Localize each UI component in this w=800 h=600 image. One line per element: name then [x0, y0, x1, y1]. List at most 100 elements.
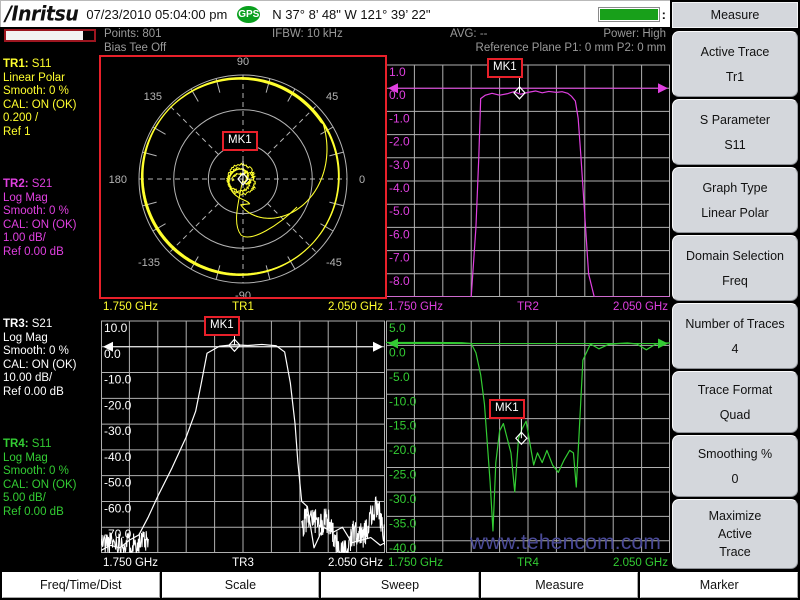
- softkey-domain-selection[interactable]: Domain Selection Freq: [672, 235, 798, 301]
- trace-param-tr4: S11: [31, 438, 52, 450]
- trace-cal-tr1: CAL: ON (OK): [3, 98, 77, 111]
- status-ifbw: IFBW: 10 kHz: [272, 28, 343, 40]
- svg-text:-20.0: -20.0: [389, 443, 417, 457]
- battery-fill: [599, 8, 658, 20]
- axis-row-tr3: 1.750 GHz TR3 2.050 GHz: [101, 555, 385, 571]
- trace-info-tr3[interactable]: TR3: S21 Log Mag Smooth: 0 % CAL: ON (OK…: [3, 318, 99, 400]
- bottom-tab-sweep[interactable]: Sweep: [321, 572, 479, 598]
- svg-text:-135: -135: [138, 257, 160, 269]
- softkey-trace-format[interactable]: Trace Format Quad: [672, 371, 798, 433]
- svg-text:-45: -45: [326, 257, 342, 269]
- softkey-value: Linear Polar: [701, 205, 769, 220]
- softkey-label: S Parameter: [699, 112, 771, 127]
- softkey-value: Quad: [719, 407, 751, 422]
- svg-text:-4.0: -4.0: [389, 181, 410, 195]
- trace-graphtype-tr1: Linear Polar: [3, 71, 66, 84]
- svg-text:90: 90: [237, 57, 249, 68]
- bottom-toolbar: Freq/Time/Dist Scale Sweep Measure Marker: [0, 570, 800, 600]
- softkey-menu: Measure Active Trace Tr1 S Parameter S11 Gra…: [670, 0, 800, 570]
- trace-scale-tr3: 10.00 dB/: [3, 372, 53, 385]
- chart-tr4[interactable]: 5.0 0.0 -5.0 -10.0 -15.0 -20.0 -25.0 -30.0 -35.0…: [386, 313, 670, 553]
- svg-text:-90: -90: [235, 290, 251, 297]
- axis-end-tr1: 2.050 GHz: [328, 301, 383, 313]
- marker-label-tr2[interactable]: MK1: [487, 58, 523, 78]
- status-bias-tee: Bias Tee Off: [104, 42, 167, 54]
- status-avg: AVG: --: [450, 28, 488, 40]
- chart-tr2[interactable]: 1.0 0.0 -1.0 -2.0 -3.0 -4.0 -5.0 -6.0 -7.0 -8.0: [386, 57, 670, 297]
- trace-smooth-tr3: Smooth: 0 %: [3, 345, 69, 358]
- svg-text:0: 0: [359, 174, 365, 186]
- title-bar: /Inritsu 07/23/2010 05:04:00 pm GPS N 37…: [0, 0, 670, 28]
- status-power: Power: High: [603, 28, 666, 40]
- svg-text:-3.0: -3.0: [389, 158, 410, 172]
- trace-info-tr4[interactable]: TR4: S11 Log Mag Smooth: 0 % CAL: ON (OK…: [3, 438, 99, 520]
- status-points: Points: 801: [104, 28, 162, 40]
- axis-end-tr2: 2.050 GHz: [613, 301, 668, 313]
- battery-indicator: :: [597, 6, 670, 22]
- vna-screen: /Inritsu 07/23/2010 05:04:00 pm GPS N 37…: [0, 0, 800, 600]
- svg-text:-7.0: -7.0: [389, 251, 410, 265]
- svg-text:-10.0: -10.0: [104, 373, 132, 387]
- softkey-label: Number of Traces: [685, 316, 785, 331]
- svg-text:-40.0: -40.0: [104, 450, 132, 464]
- softkey-maximize[interactable]: Maximize Active Trace: [672, 499, 798, 569]
- svg-text:-6.0: -6.0: [389, 227, 410, 241]
- trace-graphtype-tr3: Log Mag: [3, 331, 48, 344]
- trace-graphtype-tr2: Log Mag: [3, 191, 48, 204]
- softkey-value: Active: [717, 527, 753, 541]
- trace-cal-tr4: CAL: ON (OK): [3, 478, 77, 491]
- svg-text:-5.0: -5.0: [389, 370, 410, 384]
- svg-text:10.0: 10.0: [104, 321, 128, 335]
- anritsu-logo: /Inritsu: [5, 2, 79, 26]
- trace-scale-tr1: 0.200 /: [3, 112, 39, 125]
- axis-name-tr3: TR3: [232, 557, 254, 569]
- axis-start-tr3: 1.750 GHz: [103, 557, 158, 569]
- svg-text:-50.0: -50.0: [104, 476, 132, 490]
- trace-scale-tr4: 5.00 dB/: [3, 492, 46, 505]
- trace-id-tr2: TR2:: [3, 178, 29, 190]
- softkey-s-parameter[interactable]: S Parameter S11: [672, 99, 798, 165]
- softkey-graph-type[interactable]: Graph Type Linear Polar: [672, 167, 798, 233]
- softkey-active-trace[interactable]: Active Trace Tr1: [672, 31, 798, 97]
- softkey-value: 0: [731, 471, 739, 486]
- axis-start-tr4: 1.750 GHz: [388, 557, 443, 569]
- svg-text:135: 135: [144, 91, 162, 103]
- trace-smooth-tr4: Smooth: 0 %: [3, 465, 69, 478]
- softkey-label: Maximize: [708, 509, 762, 523]
- bottom-tab-freq-time-dist[interactable]: Freq/Time/Dist: [2, 572, 160, 598]
- trace-ref-tr1: Ref 1: [3, 125, 31, 138]
- bottom-tab-marker[interactable]: Marker: [640, 572, 798, 598]
- chart-tr3[interactable]: 10.0 0.0 -10.0 -20.0 -30.0 -40.0 -50.0 -60.0 -70…: [101, 313, 385, 553]
- sweep-progress-fill: [6, 31, 84, 40]
- axis-row-tr4: 1.750 GHz TR4 2.050 GHz: [386, 555, 670, 571]
- bottom-tab-scale[interactable]: Scale: [161, 572, 320, 598]
- svg-text:-1.0: -1.0: [389, 111, 410, 125]
- marker-label-tr1[interactable]: MK1: [222, 131, 258, 151]
- svg-text:-35.0: -35.0: [389, 516, 417, 530]
- softkey-value: Tr1: [725, 69, 745, 84]
- trace-graphtype-tr4: Log Mag: [3, 451, 48, 464]
- softkey-label: Smoothing %: [697, 446, 773, 461]
- header-coordinates: N 37° 8’ 48" W 121° 39’ 22": [272, 6, 431, 22]
- marker-label-tr3[interactable]: MK1: [204, 316, 240, 336]
- softkey-value: Freq: [722, 273, 748, 288]
- svg-text:-10.0: -10.0: [389, 394, 417, 408]
- bottom-tab-measure[interactable]: Measure: [480, 572, 639, 598]
- trace-smooth-tr1: Smooth: 0 %: [3, 85, 69, 98]
- svg-text:-40.0: -40.0: [389, 541, 417, 553]
- softkey-label: Domain Selection: [686, 248, 784, 263]
- softkey-value: S11: [724, 137, 746, 152]
- marker-label-tr4[interactable]: MK1: [489, 399, 525, 419]
- trace-cal-tr2: CAL: ON (OK): [3, 218, 77, 231]
- softkey-label: Trace Format: [697, 382, 773, 397]
- svg-text:-30.0: -30.0: [104, 424, 132, 438]
- trace-info-tr1[interactable]: TR1: S11 Linear Polar Smooth: 0 % CAL: O…: [3, 58, 99, 140]
- gps-icon: GPS: [237, 5, 261, 23]
- trace-info-tr2[interactable]: TR2: S21 Log Mag Smooth: 0 % CAL: ON (OK…: [3, 178, 99, 260]
- trace-scale-tr2: 1.00 dB/: [3, 232, 46, 245]
- softkey-number-of-traces[interactable]: Number of Traces 4: [672, 303, 798, 369]
- chart-tr1-polar[interactable]: 90 135 45 180 0 -135 -45 -90: [101, 57, 385, 297]
- header-datetime: 07/23/2010 05:04:00 pm: [86, 6, 228, 22]
- softkey-value-2: Trace: [719, 545, 751, 559]
- softkey-smoothing[interactable]: Smoothing % 0: [672, 435, 798, 497]
